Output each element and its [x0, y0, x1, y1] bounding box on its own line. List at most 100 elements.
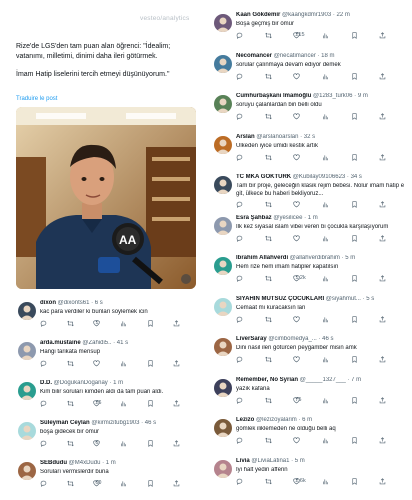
reply-item[interactable]: Remember, No Syrian @_____1327___ · 7 m y… — [204, 377, 412, 419]
reply-item[interactable]: dixon @dixonts61 · 6 s kac para verdiler … — [0, 300, 204, 342]
bookmark-icon — [351, 477, 358, 485]
author-name[interactable]: Esra Şahbaz — [236, 215, 272, 221]
reply-item[interactable]: LiverSaray @cimbomedya_... · 46 s Dini na… — [204, 336, 412, 378]
avatar[interactable] — [18, 302, 36, 320]
reply-item[interactable]: Cumhurbaşkanı İmamoğlu @1283_turk06 · 9 … — [204, 93, 412, 135]
reply-actions: 1,2k — [236, 275, 408, 284]
views-icon — [322, 201, 329, 208]
reply-item[interactable]: Necomancer @necatimancer · 18 m sorular ç… — [204, 53, 412, 95]
author-name[interactable]: Necomancer — [236, 53, 272, 59]
avatar[interactable] — [18, 462, 36, 480]
like-icon — [293, 72, 300, 80]
reply-item[interactable]: D.D. @DogukanDoganay · 1 m Kim bilir soru… — [0, 380, 204, 422]
retweet-icon — [66, 320, 74, 327]
retweet-icon — [66, 480, 74, 487]
reply-actions: 215 — [236, 32, 408, 41]
reply-header: Livia @LiviaLatina1 · 5 m — [236, 458, 408, 464]
reply-actions: 60 — [40, 480, 200, 489]
author-name[interactable]: dixon — [40, 300, 56, 306]
post-text-line-2: İmam Hatip liselerini tercih etmeyi düşü… — [16, 71, 170, 79]
reply-actions — [40, 360, 200, 369]
author-handle-time: @cimbomedya_... · 46 s — [268, 336, 334, 342]
right-column: Kaan Gökdemir @kaangkdmr1903 · 22 m Boşa … — [204, 0, 412, 500]
reply-item[interactable]: Süleyman Ceylan @kirmizitubg1903 · 46 s b… — [0, 420, 204, 462]
author-name[interactable]: Cumhurbaşkanı İmamoğlu — [236, 93, 311, 99]
reply-actions — [236, 153, 408, 163]
reply-item[interactable]: Livia @LiviaLatina1 · 5 m İyi halt yedin … — [204, 458, 412, 500]
avatar[interactable] — [214, 459, 232, 478]
reply-item[interactable]: arda.mustaine @Zahidi5.. · 41 s Hangi tar… — [0, 340, 204, 382]
share-icon — [379, 72, 386, 80]
post-video[interactable]: AA — [16, 107, 196, 289]
author-handle-time: @Kubilay09106623 · 34 s — [292, 174, 362, 180]
author-handle-time: @lezizoyalarim · 6 m — [256, 417, 313, 423]
reply-item[interactable]: İbrahim Allahverdi @allahverdibrahim · 5… — [204, 255, 412, 297]
left-column: vesteo/analytics Rize'de LGS'den tam pua… — [0, 0, 204, 500]
author-name[interactable]: SEBdudu — [40, 460, 67, 466]
like-count: 60 — [95, 480, 102, 486]
like-count: 2,6k — [295, 477, 306, 484]
avatar[interactable] — [214, 338, 232, 356]
avatar[interactable] — [214, 54, 232, 73]
like-icon — [293, 234, 300, 242]
avatar[interactable] — [18, 422, 36, 440]
author-handle-time: @kaangkdmr1903 · 22 m — [282, 12, 350, 18]
reply-text: Hangi tarikata mensup — [40, 349, 101, 355]
avatar[interactable] — [214, 297, 232, 316]
reply-actions — [236, 356, 408, 365]
retweet-icon — [264, 437, 272, 444]
reply-header: İbrahim Allahverdi @allahverdibrahim · 5… — [236, 255, 408, 261]
avatar[interactable] — [214, 419, 232, 437]
reply-icon — [236, 356, 243, 363]
avatar[interactable] — [18, 382, 36, 400]
reply-text: İyi halt yedin afferin — [236, 466, 288, 473]
reply-item[interactable]: Lezizo @lezizoyalarim · 6 m gömlek ilikle… — [204, 417, 412, 459]
retweet-icon — [264, 478, 272, 485]
post-text-line-1: Rize'de LGS'den tam puan alan öğrenci: "… — [16, 43, 171, 60]
author-name[interactable]: Lezizo — [236, 417, 254, 423]
author-name[interactable]: TC MKA GÖKTÜRK — [236, 174, 291, 180]
author-name[interactable]: Arslan — [236, 134, 255, 140]
share-icon — [379, 437, 386, 444]
avatar[interactable] — [214, 135, 232, 154]
avatar[interactable] — [18, 342, 36, 360]
reply-icon — [236, 316, 243, 323]
author-name[interactable]: Kaan Gökdemir — [236, 12, 280, 18]
reply-actions — [236, 72, 408, 82]
author-name[interactable]: Süleyman Ceylan — [40, 420, 90, 426]
reply-item[interactable]: SEBdudu @M4xDudu · 1 m Soruları vermisler… — [0, 460, 204, 500]
avatar[interactable] — [214, 176, 232, 194]
reply-item[interactable]: TC MKA GÖKTÜRK @Kubilay09106623 · 34 s Ta… — [204, 174, 412, 216]
author-handle-time: @1283_turk06 · 9 m — [313, 93, 368, 99]
retweet-icon — [264, 113, 272, 120]
share-icon — [379, 153, 386, 161]
bookmark-icon — [351, 113, 358, 120]
avatar[interactable] — [214, 216, 232, 235]
avatar[interactable] — [214, 14, 232, 32]
avatar[interactable] — [214, 257, 232, 275]
author-name[interactable]: İbrahim Allahverdi — [236, 255, 288, 261]
like-count: 26 — [95, 400, 102, 406]
reply-item[interactable]: Kaan Gökdemir @kaangkdmr1903 · 22 m Boşa … — [204, 12, 412, 54]
author-name[interactable]: Livia — [236, 458, 250, 464]
reply-item[interactable]: Esra Şahbaz @yesilicee · 1 m İlk kez siya… — [204, 215, 412, 257]
translate-link[interactable]: Traduire le post — [16, 96, 57, 102]
share-icon — [379, 201, 386, 208]
retweet-icon — [264, 32, 272, 39]
reply-item[interactable]: SİYAHIN MUTSUZ ÇOCUKLARI @siyahmut... · … — [204, 296, 412, 338]
avatar[interactable] — [214, 378, 232, 397]
author-name[interactable]: LiverSaray — [236, 336, 267, 342]
retweet-icon — [264, 235, 272, 242]
author-name[interactable]: D.D. — [40, 380, 52, 386]
avatar[interactable] — [214, 95, 232, 113]
reply-header: Kaan Gökdemir @kaangkdmr1903 · 22 m — [236, 12, 408, 18]
reply-item[interactable]: Arslan @arslanoarslan · 32 s Ülkeden iyic… — [204, 134, 412, 176]
bookmark-icon — [351, 234, 358, 242]
retweet-icon — [264, 154, 272, 161]
reply-text: soruyu çalanlardan biri belli oldu — [236, 102, 322, 108]
author-name[interactable]: Remember, No Syrian — [236, 377, 298, 383]
author-name[interactable]: SİYAHIN MUTSUZ ÇOCUKLARI — [236, 296, 324, 302]
reply-header: SİYAHIN MUTSUZ ÇOCUKLARI @siyahmut... · … — [236, 296, 408, 302]
bookmark-icon — [351, 72, 358, 80]
author-name[interactable]: arda.mustaine — [40, 340, 81, 346]
